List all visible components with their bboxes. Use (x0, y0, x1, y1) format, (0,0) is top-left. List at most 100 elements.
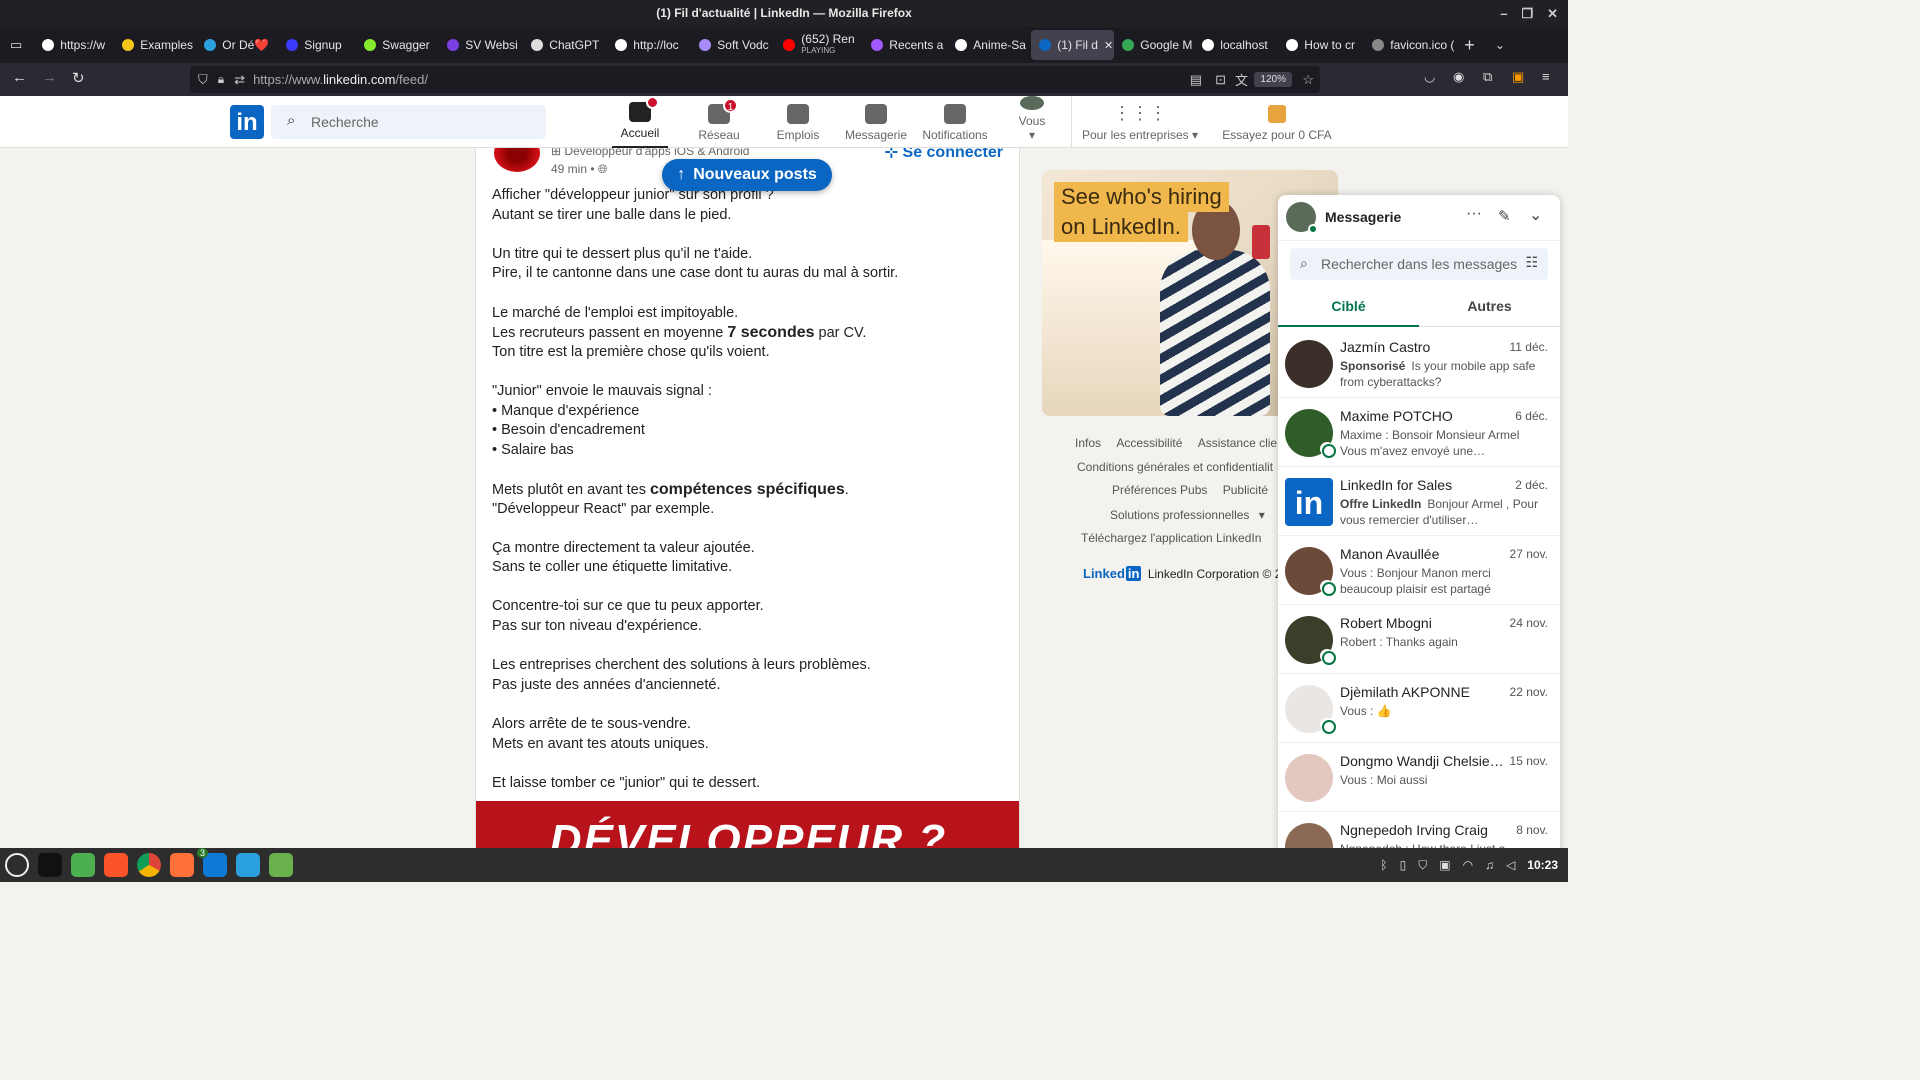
conversation-item[interactable]: Dongmo Wandji Chelsie… 15 nov. Vous : Moi … (1278, 743, 1560, 812)
linkedin-logo[interactable]: in (230, 105, 264, 139)
mint-update-icon[interactable] (269, 853, 293, 877)
avatar[interactable]: in (1285, 478, 1333, 526)
footer-link-app[interactable]: Téléchargez l'application LinkedIn (1081, 531, 1261, 545)
wifi-icon[interactable]: ◠ (1463, 858, 1473, 872)
shield-icon[interactable]: ⛉ (198, 72, 208, 88)
browser-tab[interactable]: Anime-Sa (947, 30, 1031, 60)
browser-tab[interactable]: (1) Fil d ✕ (1031, 30, 1115, 60)
browser-tab[interactable]: localhost (1194, 30, 1278, 60)
browser-tab[interactable]: http://loc (607, 30, 691, 60)
browser-tab[interactable]: Google M (1114, 30, 1194, 60)
footer-link-business-solutions[interactable]: Solutions professionnelles (1110, 508, 1249, 522)
vscode-icon[interactable]: 3 (197, 848, 227, 877)
conversation-item[interactable]: in LinkedIn for Sales 2 déc. Offre LinkedIn… (1278, 467, 1560, 536)
display-icon[interactable]: ▣ (1439, 858, 1450, 872)
url-bar[interactable]: ⛉ 🔒︎ ⇄ https://www.linkedin.com/feed/ ▤ … (190, 66, 1320, 93)
conversation-item[interactable]: Manon Avaullée 27 nov. Vous : Bonjour Mano… (1278, 536, 1560, 605)
forward-icon[interactable]: → (42, 69, 57, 86)
browser-tab[interactable]: (652) Ren PLAYING (775, 30, 863, 60)
footer-link-advertising[interactable]: Publicité (1223, 483, 1268, 497)
footer-link-accessibility[interactable]: Accessibilité (1116, 436, 1182, 450)
avatar[interactable] (1285, 754, 1333, 802)
tab-overflow-icon[interactable]: ⌄ (1495, 38, 1505, 52)
telegram-icon[interactable] (236, 853, 260, 877)
connect-button[interactable]: ⊹ Se connecter (885, 148, 1003, 162)
conversation-item[interactable]: Robert Mbogni 24 nov. Robert : Thanks agai… (1278, 605, 1560, 674)
nav-notifications[interactable]: Notifications (915, 96, 995, 148)
premium-link[interactable]: Essayez pour 0 CFA (1222, 96, 1332, 148)
browser-tab[interactable]: Swagger (356, 30, 439, 60)
pocket-icon[interactable]: ◡ (1424, 69, 1435, 85)
brave-icon[interactable] (104, 853, 128, 877)
footer-link-ad-prefs[interactable]: Préférences Pubs (1112, 483, 1207, 497)
clipboard-icon[interactable]: ▯ (1400, 858, 1407, 872)
bluetooth-icon[interactable]: ᛒ (1380, 858, 1387, 872)
message-search-input[interactable]: Rechercher dans les messages (1321, 256, 1517, 272)
permissions-icon[interactable]: ⇄ (234, 72, 245, 88)
filter-icon[interactable]: ☷ (1525, 254, 1538, 271)
music-icon[interactable]: ♫ (1485, 858, 1494, 872)
nav-network[interactable]: 1 Réseau (690, 96, 748, 148)
translate-icon[interactable]: 文 (1235, 70, 1248, 89)
new-tab-icon[interactable]: + (1464, 35, 1475, 56)
new-posts-button[interactable]: ↑ Nouveaux posts (662, 159, 832, 191)
extension-icon[interactable]: ▣ (1512, 69, 1524, 85)
conversation-item[interactable]: Djèmilath AKPONNE 22 nov. Vous : 👍 (1278, 674, 1560, 743)
footer-link-support[interactable]: Assistance clie (1198, 436, 1277, 450)
firefox-icon[interactable] (170, 853, 194, 877)
maximize-icon[interactable]: ❐ (1521, 0, 1533, 27)
compose-icon[interactable]: ✎ (1498, 207, 1511, 225)
browser-tab[interactable]: favicon.ico ( (1364, 30, 1454, 60)
terminal-icon[interactable] (38, 853, 62, 877)
zoom-badge[interactable]: 120% (1254, 72, 1292, 87)
nav-messaging[interactable]: Messagerie (840, 96, 912, 148)
nav-me[interactable]: Vous ▾ (1000, 96, 1064, 148)
search-box[interactable]: ⌕ Recherche (271, 105, 546, 139)
conversation-item[interactable]: Maxime POTCHO 6 déc. Maxime : Bonsoir Mons… (1278, 398, 1560, 467)
lock-icon[interactable]: 🔒︎ (218, 72, 224, 87)
for-business-menu[interactable]: ⋮⋮⋮ Pour les entreprises ▾ (1080, 96, 1200, 148)
chevron-down-icon[interactable]: ▾ (1259, 508, 1265, 522)
browser-tab[interactable]: Soft Vodc (691, 30, 775, 60)
tab-focused[interactable]: Ciblé (1278, 291, 1419, 327)
reader-icon[interactable]: ▤ (1190, 72, 1202, 88)
close-tab-icon[interactable]: ✕ (1104, 39, 1113, 52)
volume-icon[interactable]: ◁ (1506, 858, 1515, 872)
account-icon[interactable]: ◉ (1453, 69, 1464, 85)
search-input[interactable]: Recherche (311, 114, 379, 130)
close-window-icon[interactable]: ✕ (1547, 0, 1558, 27)
tab-other[interactable]: Autres (1419, 291, 1560, 327)
tab-list-icon[interactable]: ▭ (0, 37, 34, 53)
footer-link-infos[interactable]: Infos (1075, 436, 1101, 450)
bookmark-star-icon[interactable]: ☆ (1302, 72, 1314, 88)
collapse-chevron-icon[interactable]: ⌄ (1529, 205, 1542, 225)
chrome-icon[interactable] (137, 853, 161, 877)
browser-tab[interactable]: ChatGPT (523, 30, 607, 60)
clock[interactable]: 10:23 (1527, 858, 1558, 872)
messaging-header[interactable]: Messagerie ··· ✎ ⌄ (1278, 195, 1560, 241)
footer-link-terms[interactable]: Conditions générales et confidentialit (1077, 460, 1273, 474)
message-search[interactable]: ⌕ Rechercher dans les messages ☷ (1290, 248, 1548, 280)
nav-jobs[interactable]: Emplois (760, 96, 836, 148)
menu-icon[interactable] (5, 853, 29, 877)
author-avatar[interactable] (494, 148, 540, 172)
browser-tab[interactable]: SV Websi (439, 30, 523, 60)
browser-tab[interactable]: Examples (114, 30, 196, 60)
post-image-banner[interactable]: DÉVELOPPEUR ? (476, 801, 1019, 848)
browser-tab[interactable]: Or Dé❤️ (196, 30, 278, 60)
files-icon[interactable] (71, 853, 95, 877)
back-icon[interactable]: ← (12, 69, 27, 86)
avatar[interactable] (1285, 340, 1333, 388)
more-options-icon[interactable]: ··· (1466, 205, 1482, 223)
shield-tray-icon[interactable]: ⛉ (1418, 858, 1427, 873)
browser-tab[interactable]: https://w (34, 30, 114, 60)
browser-tab[interactable]: Signup (278, 30, 356, 60)
conversation-item[interactable]: Jazmín Castro 11 déc. Sponsorisé Is your mo… (1278, 329, 1560, 398)
screenshot-icon[interactable]: ⊡ (1215, 72, 1226, 88)
extensions-icon[interactable]: ⧉ (1483, 69, 1492, 85)
minimize-icon[interactable]: – (1500, 0, 1507, 27)
browser-tab[interactable]: Recents a (863, 30, 947, 60)
browser-tab[interactable]: How to cr (1278, 30, 1364, 60)
app-menu-icon[interactable]: ≡ (1542, 69, 1550, 84)
url-text[interactable]: https://www.linkedin.com/feed/ (253, 72, 428, 87)
